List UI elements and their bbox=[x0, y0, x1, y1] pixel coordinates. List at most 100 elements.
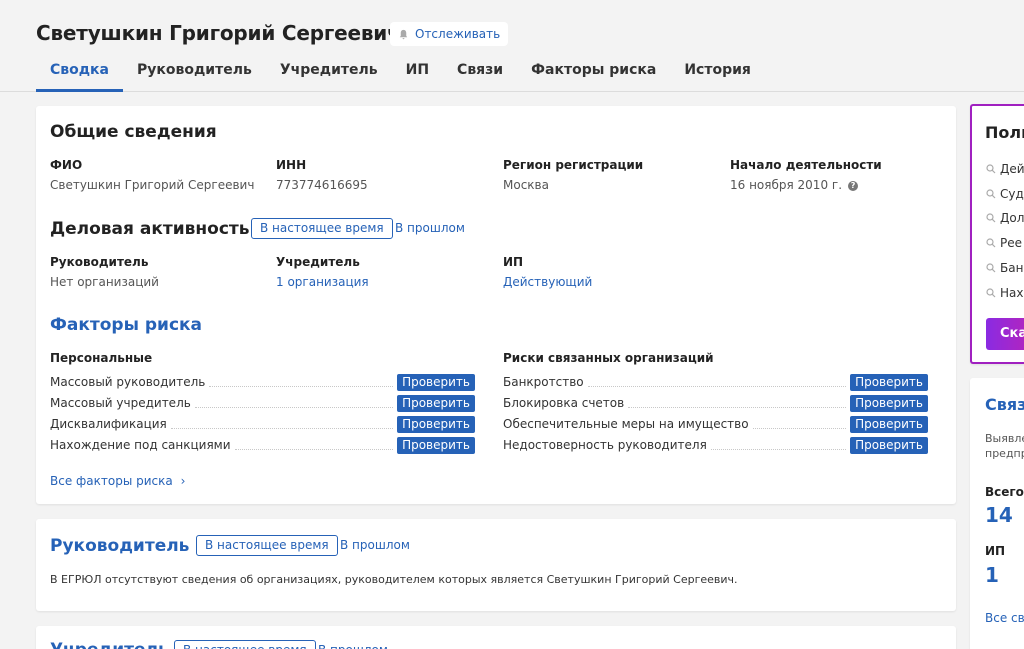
connections-desc-line2: предпр bbox=[985, 447, 1024, 460]
full-report-card: Полн Дей Суд Дол Рее Бан Нах Ска bbox=[970, 104, 1024, 364]
follow-button[interactable]: Отслеживать bbox=[390, 22, 509, 46]
risk-label: Дисквалификация bbox=[50, 417, 167, 431]
activity-title: Деловая активность bbox=[50, 219, 250, 239]
dotted-leader bbox=[752, 428, 847, 429]
tab-bar: Сводка Руководитель Учредитель ИП Связи … bbox=[36, 58, 765, 92]
all-risk-factors-link[interactable]: Все факторы риска › bbox=[50, 474, 185, 488]
dotted-leader bbox=[587, 386, 847, 387]
check-button[interactable]: Проверить bbox=[850, 436, 928, 454]
general-info-title: Общие сведения bbox=[50, 122, 217, 142]
activity-now-toggle[interactable]: В настоящее время bbox=[251, 218, 393, 239]
risk-personal-title: Персональные bbox=[50, 351, 153, 365]
tab-summary[interactable]: Сводка bbox=[36, 58, 124, 92]
risk-row: Нахождение под санкциями Проверить bbox=[50, 436, 475, 454]
all-connections-link[interactable]: Все св bbox=[985, 611, 1024, 625]
risk-row: Банкротство Проверить bbox=[503, 373, 928, 391]
risk-label: Массовый руководитель bbox=[50, 375, 206, 389]
leader-now-toggle[interactable]: В настоящее время bbox=[196, 535, 338, 556]
check-button[interactable]: Проверить bbox=[850, 373, 928, 391]
check-button[interactable]: Проверить bbox=[397, 394, 475, 412]
connections-total-label: Всего bbox=[985, 485, 1024, 499]
follow-label: Отслеживать bbox=[415, 27, 501, 41]
field-label-start: Начало деятельности bbox=[730, 158, 882, 172]
report-item: Рее bbox=[986, 236, 1022, 250]
activity-label-ip: ИП bbox=[503, 255, 524, 269]
leader-title[interactable]: Руководитель bbox=[50, 536, 189, 556]
activity-past-toggle[interactable]: В прошлом bbox=[395, 218, 465, 239]
report-item: Нах bbox=[986, 286, 1023, 300]
tab-founder[interactable]: Учредитель bbox=[266, 58, 392, 91]
report-item-label: Дей bbox=[1000, 162, 1024, 176]
report-item-label: Бан bbox=[1000, 261, 1024, 275]
activity-label-leader: Руководитель bbox=[50, 255, 149, 269]
tab-ip[interactable]: ИП bbox=[392, 58, 443, 91]
risk-label: Банкротство bbox=[503, 375, 584, 389]
search-icon bbox=[986, 213, 996, 223]
founder-now-toggle[interactable]: В настоящее время bbox=[174, 640, 316, 649]
tab-leader[interactable]: Руководитель bbox=[123, 58, 266, 91]
dotted-leader bbox=[209, 386, 394, 387]
risk-row: Обеспечительные меры на имущество Провери… bbox=[503, 415, 928, 433]
report-item: Дол bbox=[986, 211, 1024, 225]
search-icon bbox=[986, 263, 996, 273]
report-item-label: Дол bbox=[1000, 211, 1024, 225]
activity-value-ip[interactable]: Действующий bbox=[503, 275, 592, 289]
activity-label-founder: Учредитель bbox=[276, 255, 360, 269]
activity-value-founder[interactable]: 1 организация bbox=[276, 275, 369, 289]
founder-title[interactable]: Учредитель bbox=[50, 640, 169, 649]
bell-icon bbox=[399, 29, 408, 39]
check-button[interactable]: Проверить bbox=[850, 394, 928, 412]
risk-title[interactable]: Факторы риска bbox=[50, 315, 202, 335]
report-item: Дей bbox=[986, 162, 1024, 176]
risk-row: Массовый учредитель Проверить bbox=[50, 394, 475, 412]
chevron-right-icon: › bbox=[180, 474, 186, 488]
tab-risk-factors[interactable]: Факторы риска bbox=[517, 58, 670, 91]
risk-label: Недостоверность руководителя bbox=[503, 438, 707, 452]
field-label-region: Регион регистрации bbox=[503, 158, 644, 172]
help-icon[interactable]: ? bbox=[848, 181, 859, 191]
search-icon bbox=[986, 288, 996, 298]
dotted-leader bbox=[710, 449, 847, 450]
risk-row: Блокировка счетов Проверить bbox=[503, 394, 928, 412]
connections-title[interactable]: Связ bbox=[985, 395, 1024, 414]
download-report-button[interactable]: Ска bbox=[986, 318, 1024, 350]
risk-row: Массовый руководитель Проверить bbox=[50, 373, 475, 391]
activity-value-leader: Нет организаций bbox=[50, 275, 159, 289]
risk-row: Дисквалификация Проверить bbox=[50, 415, 475, 433]
field-value-inn: 773774616695 bbox=[276, 178, 368, 192]
page-title: Светушкин Григорий Сергеевич bbox=[36, 21, 401, 45]
field-value-fio: Светушкин Григорий Сергеевич bbox=[50, 178, 255, 192]
check-button[interactable]: Проверить bbox=[397, 373, 475, 391]
tab-connections[interactable]: Связи bbox=[443, 58, 517, 91]
dotted-leader bbox=[194, 407, 394, 408]
connections-ip-value[interactable]: 1 bbox=[985, 563, 999, 587]
founder-past-toggle[interactable]: В прошлом bbox=[318, 640, 388, 649]
field-label-fio: ФИО bbox=[50, 158, 83, 172]
field-value-region: Москва bbox=[503, 178, 549, 192]
risk-row: Недостоверность руководителя Проверить bbox=[503, 436, 928, 454]
report-item-label: Нах bbox=[1000, 286, 1024, 300]
risk-label: Обеспечительные меры на имущество bbox=[503, 417, 749, 431]
report-item: Суд bbox=[986, 187, 1024, 201]
connections-ip-label: ИП bbox=[985, 544, 1006, 558]
check-button[interactable]: Проверить bbox=[397, 415, 475, 433]
tab-history[interactable]: История bbox=[670, 58, 765, 91]
check-button[interactable]: Проверить bbox=[850, 415, 928, 433]
risk-label: Блокировка счетов bbox=[503, 396, 625, 410]
search-icon bbox=[986, 164, 996, 174]
summary-card: Общие сведения ФИО Светушкин Григорий Се… bbox=[36, 106, 956, 504]
dotted-leader bbox=[170, 428, 394, 429]
search-icon bbox=[986, 238, 996, 248]
dotted-leader bbox=[628, 407, 847, 408]
report-item-label: Суд bbox=[1000, 187, 1024, 201]
report-item-label: Рее bbox=[1000, 236, 1023, 250]
leader-card: Руководитель В настоящее время В прошлом… bbox=[36, 519, 956, 611]
leader-past-toggle[interactable]: В прошлом bbox=[340, 535, 410, 556]
leader-empty-text: В ЕГРЮЛ отсутствуют сведения об организа… bbox=[50, 573, 738, 586]
dotted-leader bbox=[234, 449, 394, 450]
connections-total-value[interactable]: 14 bbox=[985, 503, 1013, 527]
risk-label: Массовый учредитель bbox=[50, 396, 191, 410]
start-date-text: 16 ноября 2010 г. bbox=[730, 178, 843, 192]
founder-card: Учредитель В настоящее время В прошлом bbox=[36, 626, 956, 649]
check-button[interactable]: Проверить bbox=[397, 436, 475, 454]
